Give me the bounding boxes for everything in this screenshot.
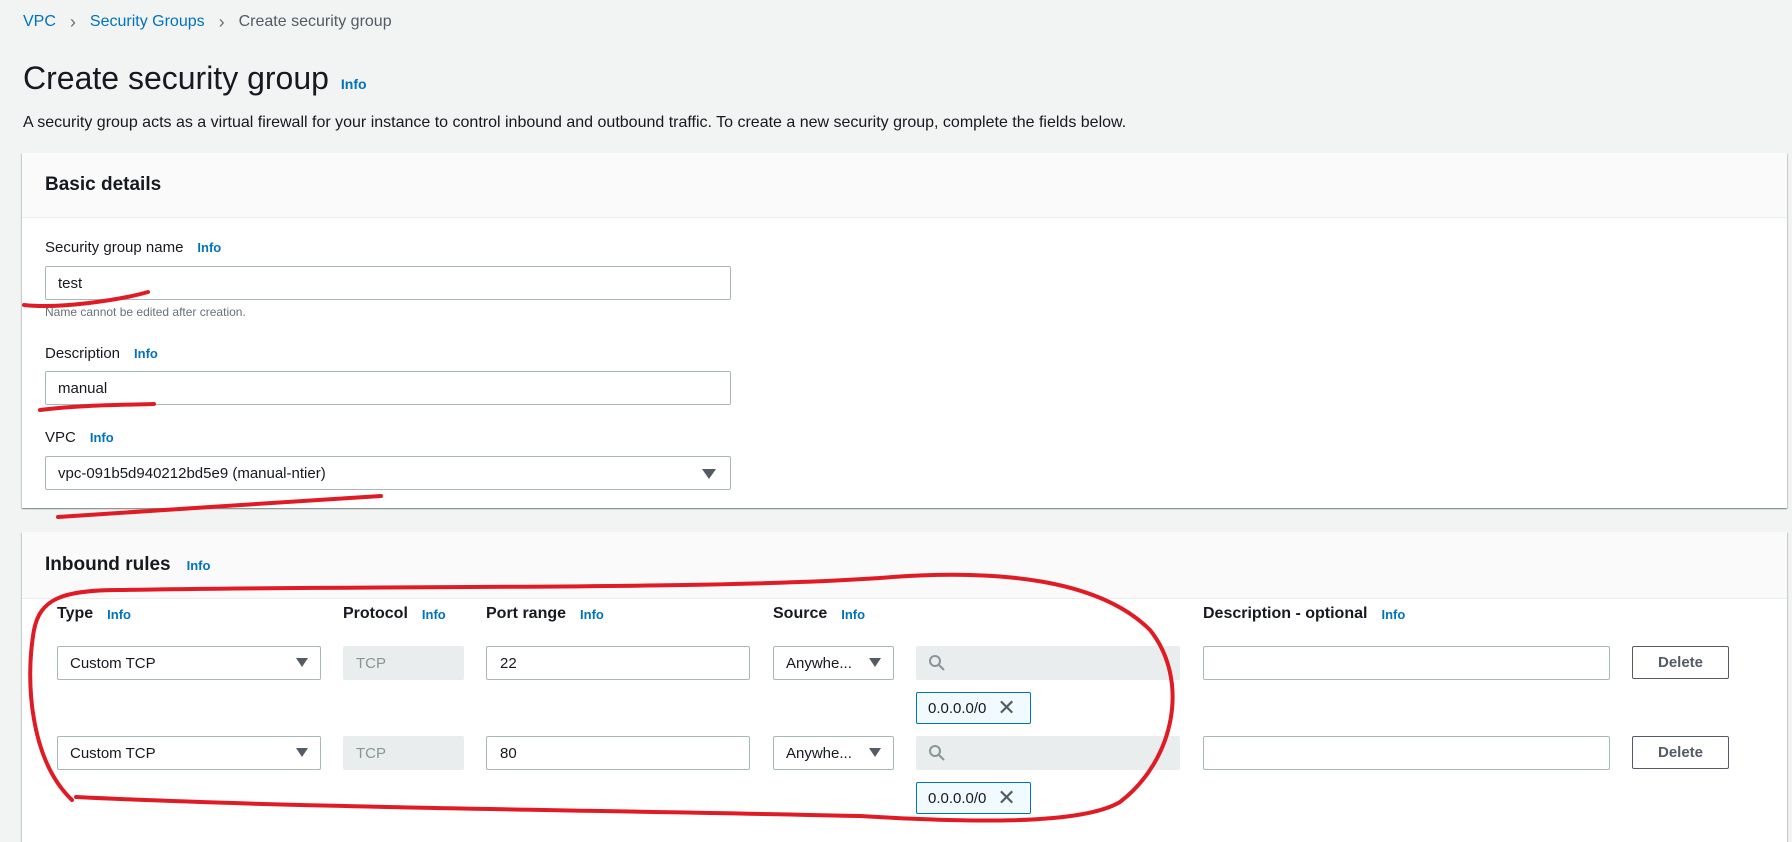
vpc-info-link[interactable]: Info (90, 430, 114, 445)
rule-2-protocol: TCP (343, 736, 464, 770)
security-group-name-field: Security group name Info test Name canno… (45, 237, 731, 319)
search-icon (929, 655, 945, 671)
inbound-rules-panel: Inbound rules Info (22, 532, 1787, 842)
caret-down-icon (296, 748, 308, 757)
description-info-link[interactable]: Info (134, 346, 158, 361)
rule-2-port-input[interactable]: 80 (486, 736, 750, 770)
vpc-select[interactable]: vpc-091b5d940212bd5e9 (manual-ntier) (45, 456, 731, 490)
protocol-info-link[interactable]: Info (422, 607, 446, 622)
breadcrumb: VPC › Security Groups › Create security … (23, 13, 392, 31)
page-description: A security group acts as a virtual firew… (23, 114, 1127, 131)
description-input[interactable]: manual (45, 371, 731, 405)
rule-1-description-input[interactable] (1203, 646, 1610, 680)
basic-details-header: Basic details (22, 153, 1787, 218)
vpc-label-text: VPC (45, 428, 76, 446)
rule-2-type-value: Custom TCP (70, 744, 156, 762)
rule-1-source-select[interactable]: Anywhe... (773, 646, 894, 680)
close-icon[interactable]: ✕ (997, 697, 1015, 719)
inbound-rules-title: Inbound rules (45, 554, 171, 575)
rule-1-delete-button[interactable]: Delete (1632, 646, 1729, 679)
page-title: Create security group (23, 60, 329, 96)
column-type-label: Type (57, 605, 94, 622)
description-field: Description Info manual (45, 343, 731, 405)
column-description: Description - optional Info (1203, 605, 1405, 623)
type-info-link[interactable]: Info (107, 607, 131, 622)
caret-down-icon (702, 469, 716, 479)
port-range-info-link[interactable]: Info (580, 607, 604, 622)
rule-1-type-select[interactable]: Custom TCP (57, 646, 321, 680)
security-group-name-label-text: Security group name (45, 238, 184, 256)
title-info-link[interactable]: Info (341, 76, 367, 92)
rule-2-cidr-value: 0.0.0.0/0 (928, 789, 987, 807)
caret-down-icon (869, 658, 881, 667)
column-source: Source Info (773, 605, 865, 623)
column-port-range: Port range Info (486, 605, 604, 623)
security-group-name-label: Security group name Info (45, 237, 731, 257)
caret-down-icon (869, 748, 881, 757)
column-port-range-label: Port range (486, 605, 567, 622)
column-description-label: Description - optional (1203, 605, 1368, 622)
rule-1-cidr-token: 0.0.0.0/0 ✕ (916, 692, 1031, 724)
description-label: Description Info (45, 343, 731, 363)
column-protocol: Protocol Info (343, 605, 446, 623)
vpc-select-value: vpc-091b5d940212bd5e9 (manual-ntier) (58, 464, 326, 482)
search-icon (929, 745, 945, 761)
rule-2-source-value: Anywhe... (786, 744, 852, 762)
basic-details-title: Basic details (45, 174, 162, 195)
inbound-info-link[interactable]: Info (187, 558, 211, 573)
rule-2-cidr-token: 0.0.0.0/0 ✕ (916, 782, 1031, 814)
name-hint: Name cannot be edited after creation. (45, 305, 246, 319)
breadcrumb-current: Create security group (238, 13, 392, 30)
description-optional-info-link[interactable]: Info (1381, 607, 1405, 622)
vpc-label: VPC Info (45, 427, 731, 447)
rule-2-source-select[interactable]: Anywhe... (773, 736, 894, 770)
column-protocol-label: Protocol (343, 605, 408, 622)
source-info-link[interactable]: Info (841, 607, 865, 622)
breadcrumb-vpc[interactable]: VPC (23, 13, 56, 31)
rule-2-type-select[interactable]: Custom TCP (57, 736, 321, 770)
close-icon[interactable]: ✕ (997, 787, 1015, 809)
rule-1-source-value: Anywhe... (786, 654, 852, 672)
basic-details-panel: Basic details Security group name Info t… (22, 153, 1787, 508)
column-source-label: Source (773, 605, 828, 622)
caret-down-icon (296, 658, 308, 667)
rule-1-type-value: Custom TCP (70, 654, 156, 672)
rule-1-cidr-search[interactable] (916, 646, 1180, 680)
name-info-link[interactable]: Info (197, 240, 221, 255)
chevron-right-icon: › (218, 12, 225, 32)
chevron-right-icon: › (69, 12, 76, 32)
rule-1-port-input[interactable]: 22 (486, 646, 750, 680)
security-group-name-input[interactable]: test (45, 266, 731, 300)
rule-1-cidr-value: 0.0.0.0/0 (928, 699, 987, 717)
rule-2-cidr-search[interactable] (916, 736, 1180, 770)
breadcrumb-security-groups[interactable]: Security Groups (90, 13, 205, 31)
page-title-row: Create security group Info (23, 60, 367, 97)
inbound-rules-header: Inbound rules Info (22, 532, 1787, 599)
rule-1-protocol: TCP (343, 646, 464, 680)
vpc-field: VPC Info vpc-091b5d940212bd5e9 (manual-n… (45, 427, 731, 490)
column-type: Type Info (57, 605, 131, 623)
rule-2-description-input[interactable] (1203, 736, 1610, 770)
description-label-text: Description (45, 344, 121, 362)
rule-2-delete-button[interactable]: Delete (1632, 736, 1729, 769)
